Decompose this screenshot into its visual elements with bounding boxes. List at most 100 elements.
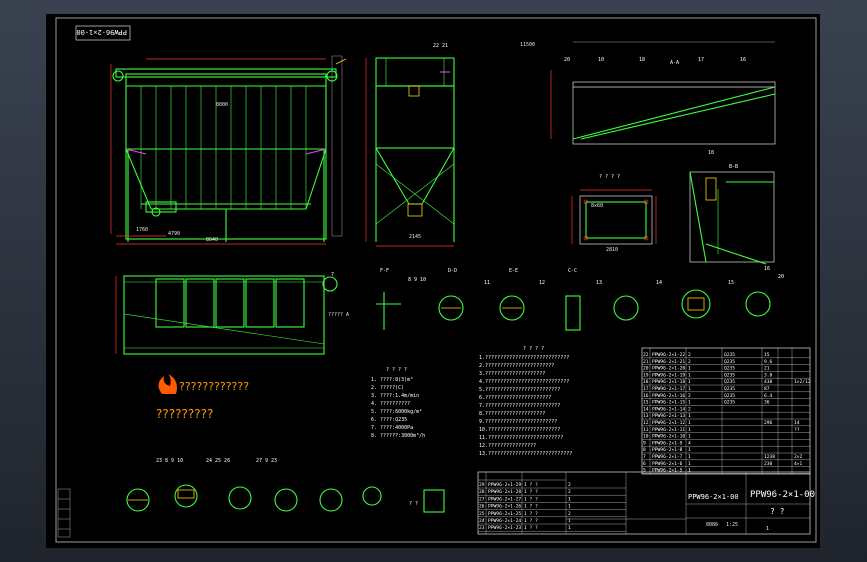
hopper-detail: ? ? ? ? 8x60 2810 bbox=[571, 174, 657, 253]
svg-text:17: 17 bbox=[698, 57, 704, 63]
parts-cell-no: 14 bbox=[643, 406, 649, 412]
svg-text:1.????????????????????????????: 1.???????????????????????????? bbox=[479, 355, 569, 361]
parts-cell-qty: 1 bbox=[688, 413, 691, 419]
title-block-cell-code: PPW96-2×1-24 bbox=[488, 518, 521, 524]
parts-cell-no: 21 bbox=[643, 359, 649, 365]
parts-cell-note: 4×1 bbox=[794, 461, 803, 467]
title-block-cell-name: 1 ? ? bbox=[524, 518, 538, 524]
title-block-cell-code: PPW96-2×1-25 bbox=[488, 511, 521, 517]
svg-text:????? A: ????? A bbox=[328, 312, 349, 318]
svg-text:5.?????????????????????????: 5.????????????????????????? bbox=[479, 387, 560, 393]
parts-cell-no: 6 bbox=[643, 461, 646, 467]
svg-text:6. ????:Q235: 6. ????:Q235 bbox=[371, 417, 407, 423]
parts-cell-no: 15 bbox=[643, 400, 649, 406]
parts-cell-code: PPW96-2×1-7 bbox=[652, 454, 683, 460]
svg-text:12.????????????????: 12.???????????????? bbox=[479, 443, 536, 449]
title-block: 29 PPW96-2×1-29 1 ? ? 228 PPW96-2×1-28 1 ? ? 2… bbox=[477, 471, 815, 535]
svg-text:1760: 1760 bbox=[136, 227, 148, 233]
title-block-cell-qty: 1 bbox=[568, 504, 571, 510]
svg-text:7.?????????????????????????: 7.????????????????????????? bbox=[479, 403, 560, 409]
parts-cell-qty: 1 bbox=[688, 468, 691, 474]
section-a-a: A-A 11500 20 10 18 17 16 10 bbox=[520, 41, 776, 156]
section-b-b: B-B 16 bbox=[689, 164, 775, 272]
svg-text:16: 16 bbox=[764, 266, 770, 272]
parts-cell-qty: 1 bbox=[688, 427, 691, 433]
title-block-cell-qty: 1 bbox=[568, 525, 571, 531]
svg-text:8000: 8000 bbox=[216, 102, 228, 108]
title-block-cell-name: 1 ? ? bbox=[524, 511, 538, 517]
parts-cell-qty: 1 bbox=[688, 447, 691, 453]
svg-text:6.??????????????????????: 6.?????????????????????? bbox=[479, 395, 551, 401]
svg-text:3. ????:1.4m/min: 3. ????:1.4m/min bbox=[371, 393, 419, 399]
parts-cell-code: PPW96-2×1-5 bbox=[652, 468, 683, 474]
parts-cell-no: 19 bbox=[643, 372, 649, 378]
cad-viewport[interactable]: PPW96-2×1-00 8000 8040 4790 1760 22 21 2… bbox=[0, 0, 867, 562]
parts-cell-qty: 1 bbox=[688, 372, 691, 378]
parts-cell-w: 9.6 bbox=[764, 359, 773, 365]
svg-text:PPW96-2×1-00: PPW96-2×1-00 bbox=[688, 493, 739, 501]
svg-text:11: 11 bbox=[484, 280, 490, 286]
svg-text:11.?????????????????????????: 11.????????????????????????? bbox=[479, 435, 563, 441]
parts-cell-note: ?? bbox=[794, 427, 800, 433]
svg-text:D-D: D-D bbox=[448, 268, 457, 274]
svg-text:PPW96-2×1-00: PPW96-2×1-00 bbox=[750, 490, 815, 500]
svg-text:E-E: E-E bbox=[509, 268, 518, 274]
parts-cell-qty: 1 bbox=[688, 461, 691, 467]
svg-text:2.???????????????????????: 2.??????????????????????? bbox=[479, 363, 554, 369]
svg-text:3.????????????????????: 3.???????????????????? bbox=[479, 371, 545, 377]
company-logo: ???????????? ????????? bbox=[156, 374, 249, 421]
svg-text:?????????: ????????? bbox=[156, 407, 213, 421]
parts-cell-mat: Q235 bbox=[724, 400, 735, 406]
svg-text:7: 7 bbox=[331, 272, 334, 278]
parts-cell-w: 438 bbox=[764, 379, 773, 385]
parts-cell-code: PPW96-2×1-14 bbox=[652, 406, 685, 412]
parts-cell-qty: 4 bbox=[688, 440, 691, 446]
parts-cell-qty: 2 bbox=[688, 352, 691, 358]
svg-text:7. ????:4000Pa: 7. ????:4000Pa bbox=[371, 425, 413, 431]
parts-cell-qty: 1 bbox=[688, 386, 691, 392]
svg-text:24 25 26: 24 25 26 bbox=[206, 458, 230, 464]
parts-cell-w: 3.8 bbox=[764, 372, 773, 378]
parts-cell-no: 22 bbox=[643, 352, 649, 358]
svg-text:11500: 11500 bbox=[520, 42, 535, 48]
drawing-code-stamp: PPW96-2×1-00 bbox=[75, 25, 131, 41]
svg-text:????????????: ???????????? bbox=[179, 380, 249, 393]
parts-cell-w: 21 bbox=[764, 366, 770, 372]
title-block-cell-qty: 2 bbox=[568, 511, 571, 517]
parts-cell-code: PPW96-2×1-8 bbox=[652, 447, 683, 453]
parts-cell-mat: Q235 bbox=[724, 393, 735, 399]
title-block-cell-no: 29 bbox=[479, 482, 485, 488]
svg-text:2. ?????(C): 2. ?????(C) bbox=[371, 385, 404, 391]
parts-cell-qty: 1 bbox=[688, 434, 691, 440]
svg-text:16: 16 bbox=[740, 57, 746, 63]
title-block-cell-qty: 1 bbox=[568, 518, 571, 524]
title-block-cell-name: 1 ? ? bbox=[524, 482, 538, 488]
svg-text:8086: 8086 bbox=[706, 522, 718, 528]
svg-text:8. ??????:3000m³/h: 8. ??????:3000m³/h bbox=[371, 433, 425, 439]
parts-list-table: 22 PPW96-2×1-22 2 Q235 1521 PPW96-2×1-21 2 Q235… bbox=[641, 347, 811, 475]
svg-text:4.????????????????????????????: 4.???????????????????????????? bbox=[479, 379, 569, 385]
svg-text:2145: 2145 bbox=[409, 234, 421, 240]
title-block-cell-name: 1 ? ? bbox=[524, 496, 538, 502]
svg-text:2810: 2810 bbox=[606, 247, 618, 253]
parts-cell-no: 5 bbox=[643, 468, 646, 474]
svg-text:14: 14 bbox=[656, 280, 662, 286]
svg-text:27 9 23: 27 9 23 bbox=[256, 458, 277, 464]
svg-text:F-F: F-F bbox=[380, 268, 389, 274]
parts-cell-code: PPW96-2×1-9 bbox=[652, 440, 683, 446]
plan-view: ????? A 7 bbox=[115, 272, 349, 355]
title-block-cell-name: 1 ? ? bbox=[524, 525, 538, 531]
side-view: 22 21 2145 bbox=[365, 43, 455, 247]
parts-cell-w: 36 bbox=[764, 400, 770, 406]
parts-cell-qty: 2 bbox=[688, 359, 691, 365]
parts-cell-w: 296 bbox=[764, 420, 773, 426]
title-block-cell-code: PPW96-2×1-29 bbox=[488, 482, 521, 488]
parts-cell-qty: 1 bbox=[688, 400, 691, 406]
svg-text:15: 15 bbox=[728, 280, 734, 286]
svg-text:8x60: 8x60 bbox=[591, 203, 603, 209]
cad-drawing-canvas[interactable]: PPW96-2×1-00 8000 8040 4790 1760 22 21 2… bbox=[46, 14, 820, 548]
section-strip: F-F 8 9 10 D-D E-E C-C 11 12 13 14 15 20 bbox=[376, 268, 784, 331]
parts-cell-code: PPW96-2×1-6 bbox=[652, 461, 683, 467]
technical-notes: ? ? ? ? 1. ????:8(3)m³ 2. ?????(C) 3. ??… bbox=[371, 346, 572, 457]
parts-cell-mat: Q235 bbox=[724, 386, 735, 392]
